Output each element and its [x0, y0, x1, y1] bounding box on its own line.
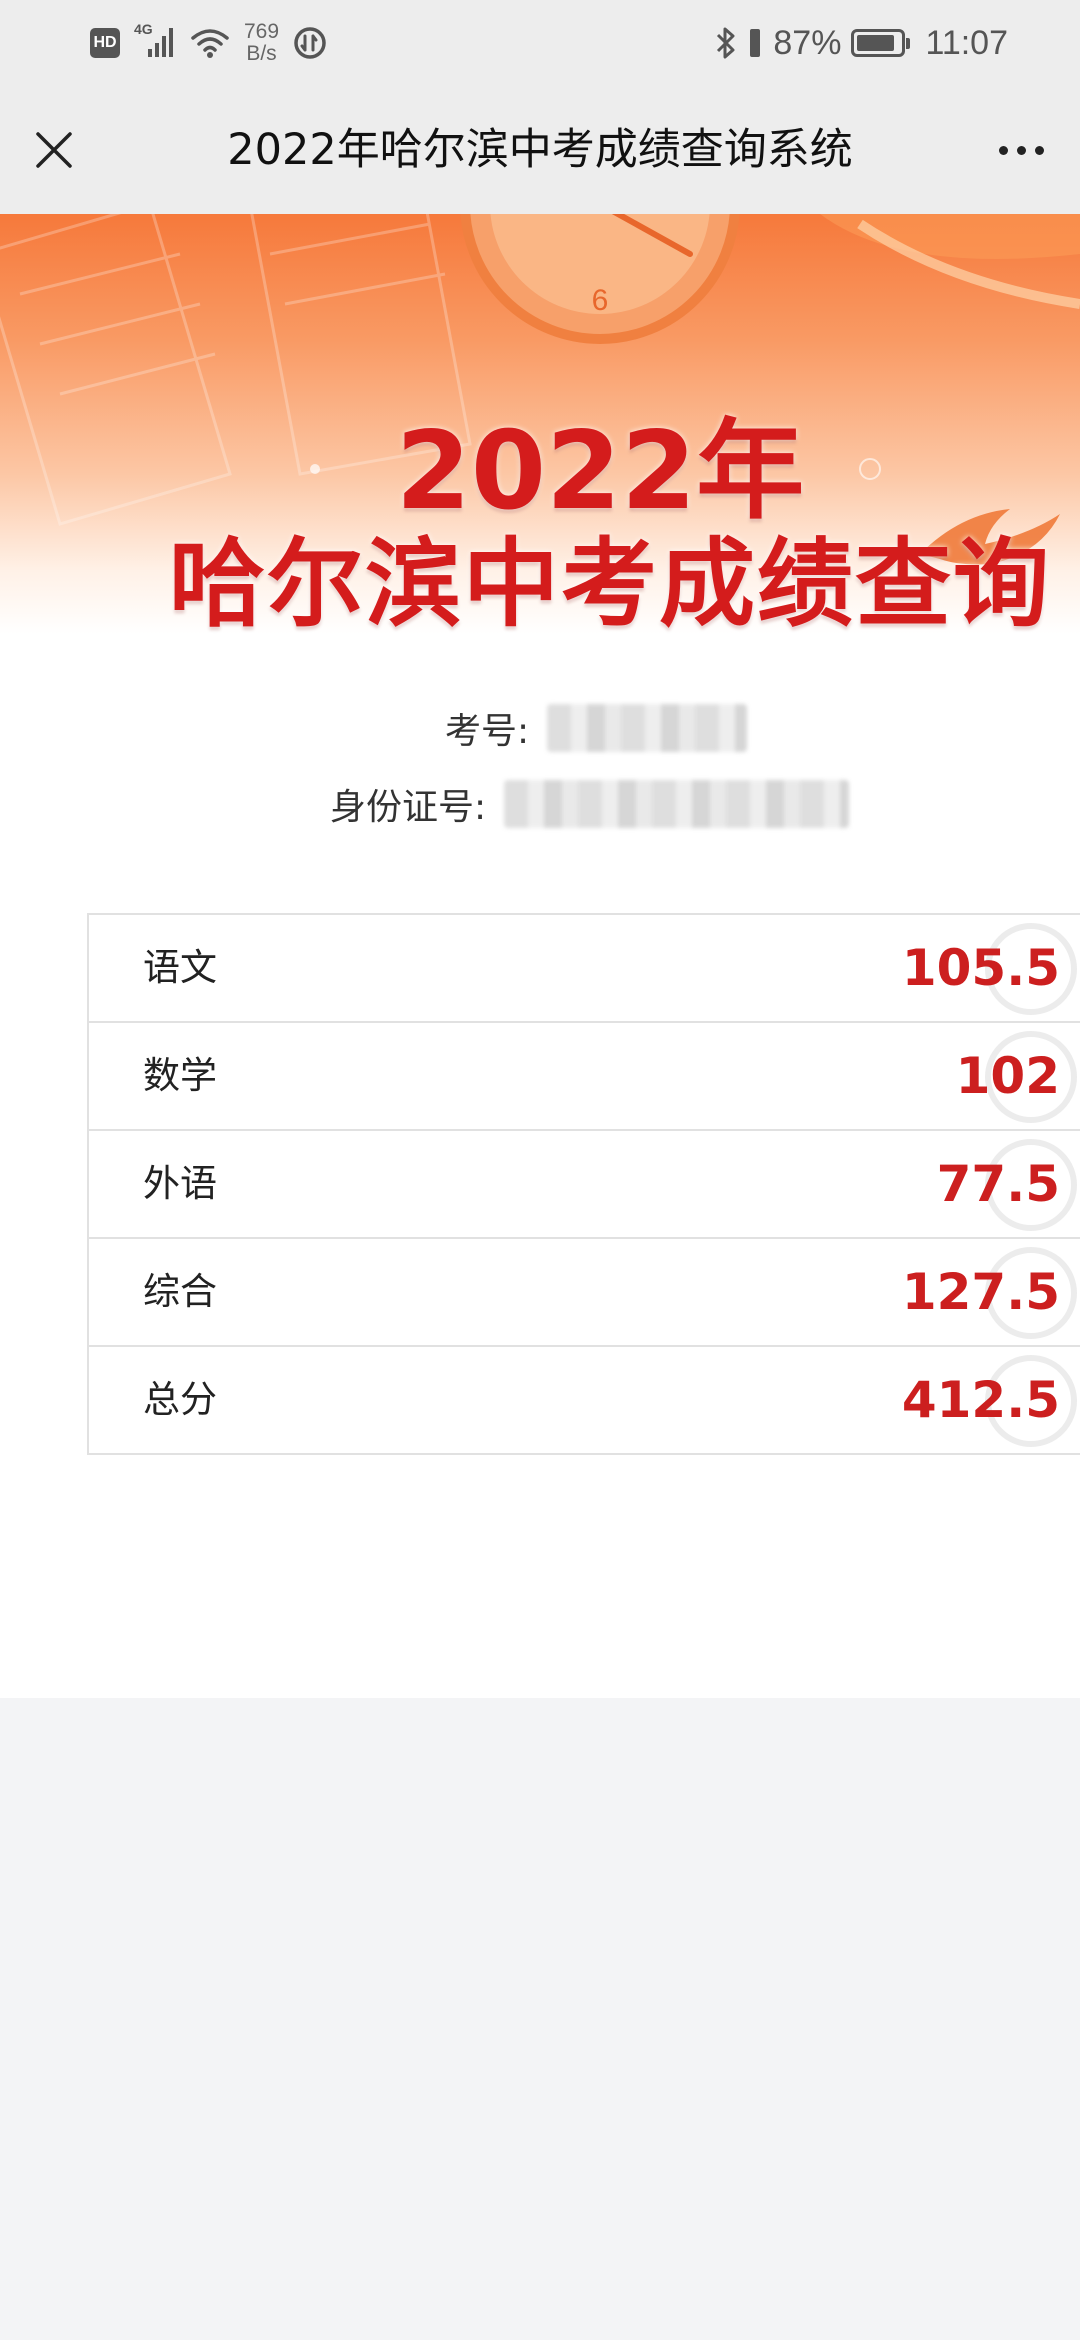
banner: 6 2022年 哈尔滨中考成绩查询: [0, 214, 1080, 634]
more-dot-icon: [1016, 145, 1026, 155]
subject-label: 总分: [143, 1378, 217, 1421]
exam-number-label: 考号:: [445, 711, 530, 752]
id-number-label: 身份证号:: [330, 787, 487, 828]
exam-number-redacted: [547, 704, 748, 752]
score-value: 77.5: [936, 1155, 1060, 1213]
table-row: 综合 127.5: [87, 1239, 1080, 1347]
subject-label: 外语: [143, 1162, 217, 1205]
table-row: 数学 102: [87, 1023, 1080, 1131]
exam-number-row: 考号:: [445, 702, 748, 754]
network-speed: 769 B/s: [244, 21, 279, 65]
hd-icon: HD: [90, 28, 120, 58]
status-right: 87% 11:07: [715, 18, 1008, 68]
network-speed-value: 769: [244, 20, 280, 43]
cellular-signal-icon: 4G: [134, 21, 176, 61]
subject-label: 综合: [143, 1270, 217, 1313]
clock: 11:07: [925, 23, 1008, 62]
score-value: 127.5: [901, 1263, 1060, 1321]
close-button[interactable]: [24, 120, 84, 180]
table-row: 外语 77.5: [87, 1131, 1080, 1239]
subject-label: 语文: [143, 946, 217, 989]
more-dot-icon: [998, 145, 1008, 155]
close-icon: [36, 132, 72, 168]
svg-text:6: 6: [592, 284, 609, 317]
banner-title: 哈尔滨中考成绩查询: [169, 528, 1051, 634]
battery-fill: [857, 35, 895, 51]
id-number-row: 身份证号:: [330, 778, 850, 830]
main-content: 6 2022年 哈尔滨中考成绩查询 考号: 身份证号: 语文 105.5 数学 …: [0, 214, 1080, 1698]
vibrate-icon: [750, 29, 761, 57]
table-row: 总分 412.5: [87, 1347, 1080, 1455]
battery-percent: 87%: [773, 23, 842, 62]
page-title: 2022年哈尔滨中考成绩查询系统: [227, 125, 853, 175]
score-value: 105.5: [901, 939, 1060, 997]
battery-icon: [851, 29, 911, 57]
bluetooth-icon: [717, 27, 735, 59]
status-left: HD 4G 769 B/s: [90, 18, 327, 68]
table-row: 语文 105.5: [87, 915, 1080, 1023]
id-number-redacted: [504, 780, 850, 828]
title-bar: 2022年哈尔滨中考成绩查询系统: [0, 86, 1080, 214]
score-value: 412.5: [901, 1371, 1060, 1429]
status-bar: HD 4G 769 B/s 87% 11:07: [0, 0, 1080, 86]
network-speed-unit: B/s: [246, 42, 277, 65]
more-options-button[interactable]: [986, 120, 1056, 180]
more-dot-icon: [1034, 145, 1044, 155]
subject-label: 数学: [143, 1054, 217, 1097]
score-value: 102: [955, 1047, 1060, 1105]
wifi-icon: [191, 29, 229, 58]
score-table: 语文 105.5 数学 102 外语 77.5 综合 127.5 总分 412.…: [87, 913, 1080, 1455]
data-saver-icon: [294, 27, 326, 59]
